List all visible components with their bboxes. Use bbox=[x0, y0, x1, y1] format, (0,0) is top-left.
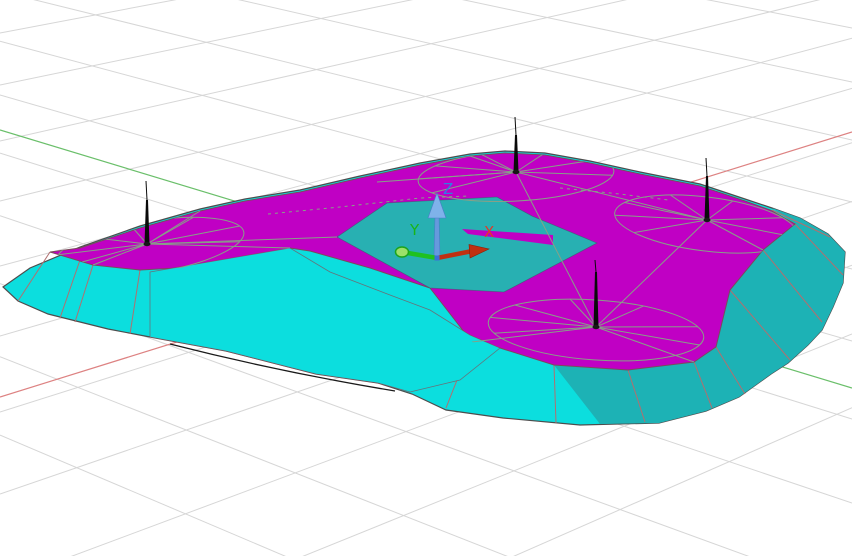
grid-line bbox=[0, 435, 852, 556]
scene-canvas[interactable] bbox=[0, 0, 852, 556]
grid-line bbox=[0, 0, 852, 33]
3d-viewport[interactable]: Z Y X bbox=[0, 0, 852, 556]
grid-line bbox=[0, 0, 852, 28]
grid-line bbox=[0, 0, 852, 141]
gizmo-origin-handle[interactable] bbox=[435, 256, 440, 261]
grid-line bbox=[0, 0, 852, 82]
gizmo-z-arrow[interactable] bbox=[434, 216, 440, 258]
grid-line bbox=[0, 408, 852, 556]
grid-line bbox=[0, 0, 852, 140]
gizmo-y-arrowhead[interactable] bbox=[396, 247, 409, 257]
